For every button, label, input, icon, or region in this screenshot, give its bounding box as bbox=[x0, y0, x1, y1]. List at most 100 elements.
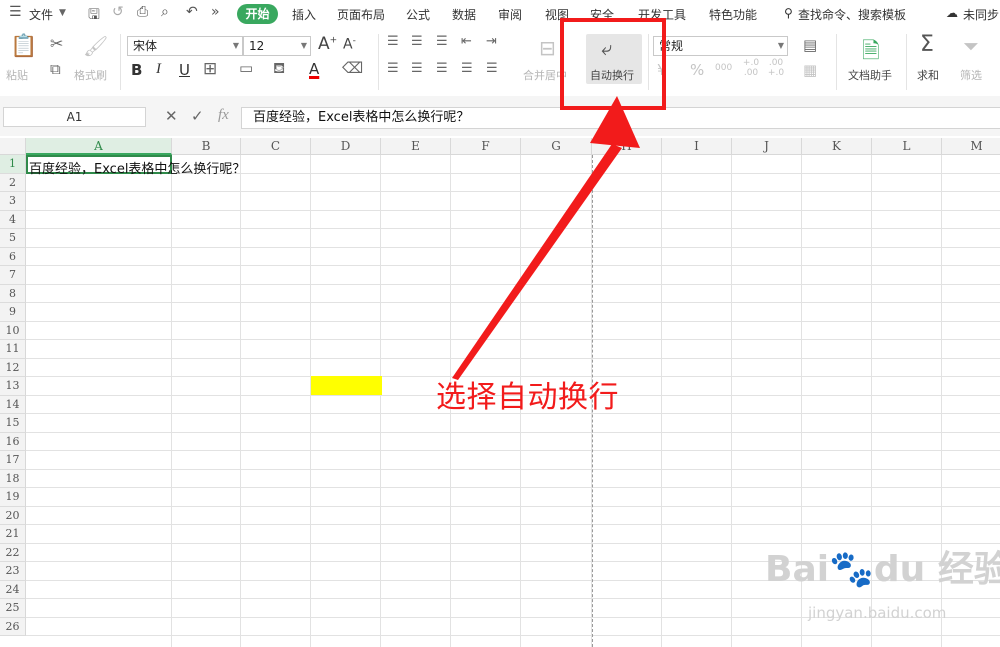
cancel-icon[interactable]: ✕ bbox=[165, 107, 178, 125]
search-icon[interactable]: ⚲ bbox=[784, 6, 793, 20]
column-header-k[interactable]: K bbox=[802, 138, 872, 155]
font-name-select[interactable]: 宋体 ▼ bbox=[127, 36, 243, 56]
font-size-select[interactable]: 12 ▼ bbox=[243, 36, 311, 56]
increase-decimal-button[interactable]: +.0 .00 bbox=[740, 58, 762, 78]
tab-special-features[interactable]: 特色功能 bbox=[709, 6, 757, 23]
column-header-c[interactable]: C bbox=[241, 138, 311, 155]
tab-page-layout[interactable]: 页面布局 bbox=[337, 6, 385, 23]
copy-icon[interactable]: ⧉ bbox=[50, 60, 61, 78]
align-middle-icon[interactable]: ☰ bbox=[411, 34, 423, 49]
hamburger-menu-icon[interactable]: ☰ bbox=[9, 4, 22, 20]
format-painter-icon[interactable]: 🖌 bbox=[83, 34, 108, 58]
print-preview-icon[interactable]: ⌕ bbox=[161, 4, 169, 20]
align-center-icon[interactable]: ☰ bbox=[411, 61, 423, 76]
column-header-h[interactable]: H bbox=[592, 138, 662, 155]
undo-arrow-icon[interactable]: ↺ bbox=[112, 4, 124, 20]
row-header-14[interactable]: 14 bbox=[0, 395, 26, 414]
column-header-b[interactable]: B bbox=[172, 138, 241, 155]
font-grow-icon[interactable]: A+ bbox=[318, 34, 337, 54]
row-header-18[interactable]: 18 bbox=[0, 469, 26, 488]
cut-icon[interactable]: ✂ bbox=[50, 34, 63, 53]
column-header-f[interactable]: F bbox=[451, 138, 521, 155]
align-top-icon[interactable]: ☰ bbox=[387, 34, 399, 49]
menu-file[interactable]: 文件 bbox=[29, 6, 53, 23]
number-format-select[interactable]: 常规 ▼ bbox=[653, 36, 788, 56]
thousands-separator-button[interactable]: 000 bbox=[715, 63, 732, 73]
filter-icon[interactable]: ⏷ bbox=[963, 34, 979, 58]
column-header-e[interactable]: E bbox=[381, 138, 451, 155]
column-header-a[interactable]: A bbox=[26, 138, 172, 155]
font-shrink-icon[interactable]: A- bbox=[343, 36, 356, 53]
insert-function-button[interactable]: fx bbox=[218, 107, 229, 124]
column-header-g[interactable]: G bbox=[521, 138, 592, 155]
doc-helper-button[interactable]: 文档助手 bbox=[848, 67, 892, 83]
conditional-format-icon[interactable]: ▤ bbox=[803, 36, 817, 54]
row-header-25[interactable]: 25 bbox=[0, 599, 26, 618]
row-header-9[interactable]: 9 bbox=[0, 303, 26, 322]
paste-icon[interactable]: 📋 bbox=[10, 34, 37, 59]
column-header-i[interactable]: I bbox=[662, 138, 732, 155]
underline-button[interactable]: U bbox=[179, 61, 190, 79]
filter-button[interactable]: 筛选 bbox=[960, 67, 982, 83]
row-header-19[interactable]: 19 bbox=[0, 488, 26, 507]
italic-button[interactable]: I bbox=[156, 61, 161, 78]
row-header-11[interactable]: 11 bbox=[0, 340, 26, 359]
undo-icon[interactable]: ↶ bbox=[186, 4, 198, 20]
chevron-down-icon[interactable]: ▼ bbox=[59, 8, 66, 18]
row-header-23[interactable]: 23 bbox=[0, 562, 26, 581]
cell-style-icon[interactable]: ▭ bbox=[239, 59, 253, 77]
column-header-l[interactable]: L bbox=[872, 138, 942, 155]
format-painter-button[interactable]: 格式刷 bbox=[74, 67, 107, 83]
bold-button[interactable]: B bbox=[131, 61, 142, 79]
column-header-d[interactable]: D bbox=[311, 138, 381, 155]
row-header-15[interactable]: 15 bbox=[0, 414, 26, 433]
merge-center-icon[interactable]: ⊟ bbox=[539, 36, 556, 60]
sum-icon[interactable]: Σ bbox=[920, 32, 934, 57]
highlighted-cell-d13[interactable] bbox=[311, 376, 382, 395]
row-header-2[interactable]: 2 bbox=[0, 173, 26, 192]
column-header-j[interactable]: J bbox=[732, 138, 802, 155]
distribute-icon[interactable]: ☰ bbox=[486, 61, 498, 76]
row-header-12[interactable]: 12 bbox=[0, 358, 26, 377]
more-icon[interactable]: » bbox=[211, 4, 220, 20]
row-header-4[interactable]: 4 bbox=[0, 210, 26, 229]
row-header-6[interactable]: 6 bbox=[0, 247, 26, 266]
row-header-7[interactable]: 7 bbox=[0, 266, 26, 285]
row-header-17[interactable]: 17 bbox=[0, 451, 26, 470]
percent-button[interactable]: % bbox=[690, 61, 704, 79]
print-icon[interactable]: ⎙ bbox=[137, 4, 148, 20]
row-header-21[interactable]: 21 bbox=[0, 525, 26, 544]
indent-decrease-icon[interactable]: ⇤ bbox=[461, 34, 472, 49]
align-bottom-icon[interactable]: ☰ bbox=[436, 34, 448, 49]
align-left-icon[interactable]: ☰ bbox=[387, 61, 399, 76]
tab-formulas[interactable]: 公式 bbox=[406, 6, 430, 23]
fill-color-icon[interactable]: ⛾ bbox=[273, 59, 285, 79]
decrease-decimal-button[interactable]: .00 +.0 bbox=[765, 58, 787, 78]
row-header-16[interactable]: 16 bbox=[0, 432, 26, 451]
row-header-13[interactable]: 13 bbox=[0, 377, 26, 396]
row-header-10[interactable]: 10 bbox=[0, 321, 26, 340]
formula-input[interactable]: 百度经验，Excel表格中怎么换行呢？ bbox=[241, 107, 1000, 129]
row-header-26[interactable]: 26 bbox=[0, 617, 26, 636]
tab-data[interactable]: 数据 bbox=[452, 6, 476, 23]
row-header-24[interactable]: 24 bbox=[0, 580, 26, 599]
borders-icon[interactable]: ⊞ bbox=[203, 59, 217, 79]
sync-status[interactable]: 未同步 bbox=[963, 6, 999, 23]
sum-button[interactable]: 求和 bbox=[917, 67, 939, 83]
font-color-button[interactable]: A bbox=[309, 60, 319, 78]
align-right-icon[interactable]: ☰ bbox=[436, 61, 448, 76]
row-header-8[interactable]: 8 bbox=[0, 284, 26, 303]
save-icon[interactable]: 🖫 bbox=[88, 4, 100, 28]
row-header-22[interactable]: 22 bbox=[0, 543, 26, 562]
tab-insert[interactable]: 插入 bbox=[292, 6, 316, 23]
paste-button[interactable]: 粘贴 bbox=[6, 67, 28, 83]
tab-review[interactable]: 审阅 bbox=[498, 6, 522, 23]
row-header-20[interactable]: 20 bbox=[0, 506, 26, 525]
search-box[interactable]: 查找命令、搜索模板 bbox=[798, 6, 906, 23]
confirm-icon[interactable]: ✓ bbox=[191, 107, 204, 125]
justify-icon[interactable]: ☰ bbox=[461, 61, 473, 76]
indent-increase-icon[interactable]: ⇥ bbox=[486, 34, 497, 49]
row-header-5[interactable]: 5 bbox=[0, 229, 26, 248]
select-all-corner[interactable] bbox=[0, 138, 26, 155]
row-header-3[interactable]: 3 bbox=[0, 192, 26, 211]
